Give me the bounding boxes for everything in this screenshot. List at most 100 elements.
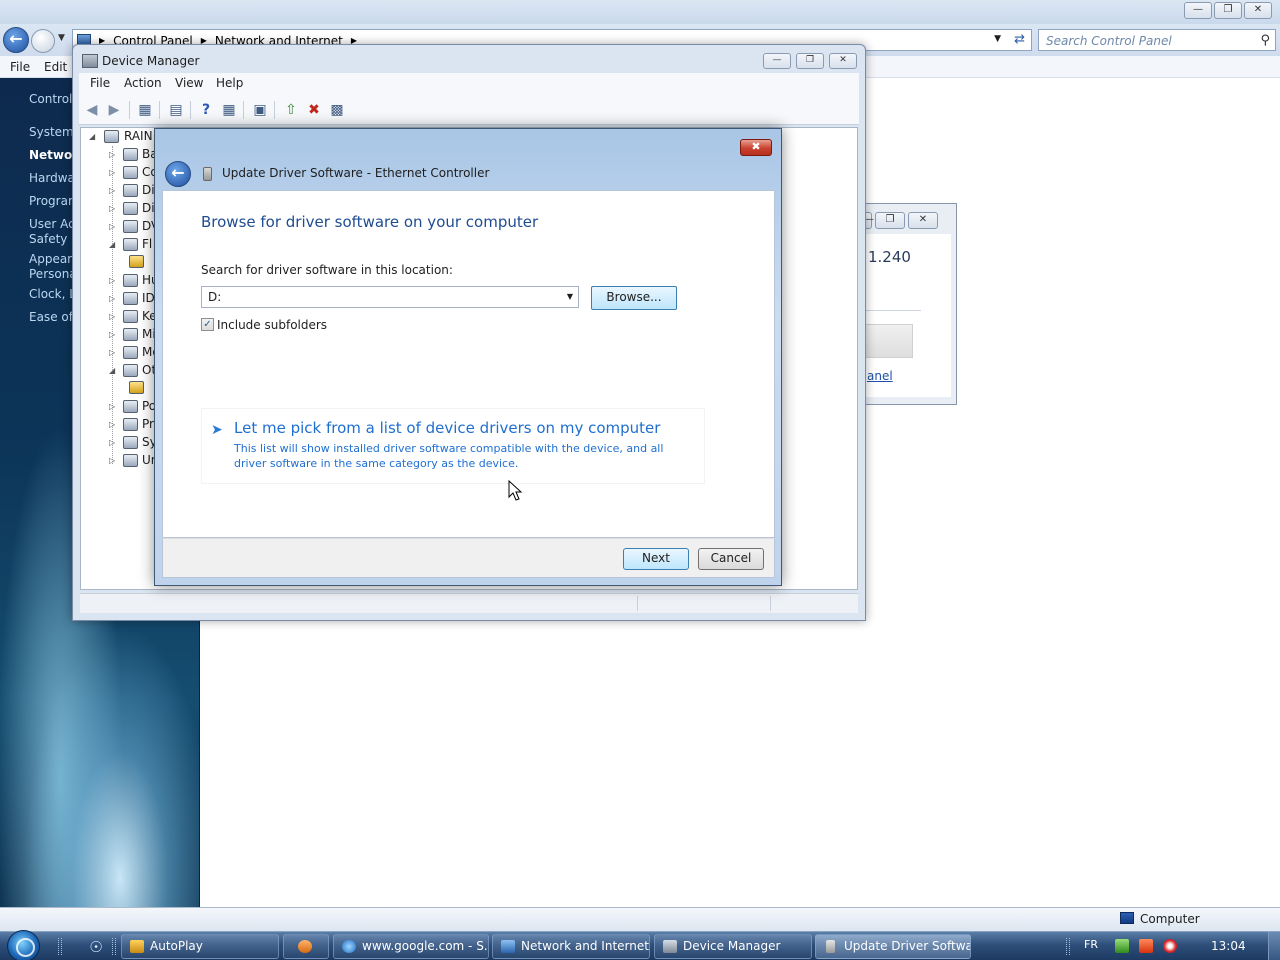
address-dropdown-icon[interactable]: ▼ (994, 34, 1001, 44)
expand-arrow-icon[interactable]: ▷ (109, 168, 119, 177)
pick-from-list-title[interactable]: Let me pick from a list of device driver… (234, 419, 660, 437)
close-button[interactable]: ✕ (1244, 2, 1272, 19)
location-value[interactable]: D: (208, 290, 221, 304)
sidebar-link-system[interactable]: System (29, 125, 74, 139)
sidebar-link-control-panel-home[interactable]: Control (29, 92, 72, 106)
collapse-arrow-icon[interactable]: ◢ (109, 240, 119, 249)
search-icon[interactable]: ⚲ (1260, 33, 1270, 48)
expand-arrow-icon[interactable]: ▷ (109, 186, 119, 195)
sidebar-link-personalization[interactable]: Persona (29, 267, 77, 281)
expand-arrow-icon[interactable]: ▷ (109, 294, 119, 303)
system-close-button[interactable]: ✕ (908, 212, 938, 229)
tree-item[interactable]: ▷ Sy (109, 435, 157, 449)
dm-menu-view[interactable]: View (175, 76, 203, 90)
system-restore-button[interactable]: ❐ (875, 212, 905, 229)
expand-arrow-icon[interactable]: ▷ (109, 330, 119, 339)
include-subfolders-label[interactable]: Include subfolders (217, 318, 327, 332)
dm-menu-help[interactable]: Help (216, 76, 243, 90)
expand-arrow-icon[interactable]: ▷ (109, 204, 119, 213)
taskbar-button-media[interactable] (283, 934, 329, 959)
dm-close-button[interactable]: ✕ (829, 53, 857, 69)
clock[interactable]: 13:04 (1211, 939, 1246, 953)
expand-arrow-icon[interactable]: ▷ (109, 312, 119, 321)
expand-arrow-icon[interactable]: ▷ (109, 420, 119, 429)
taskbar-button-device-manager[interactable]: Device Manager (654, 934, 812, 959)
location-combobox[interactable]: D: ▼ (201, 286, 579, 308)
disable-device-icon[interactable]: ▩ (328, 101, 346, 119)
tree-item[interactable]: ◢ Ot (109, 363, 156, 377)
properties-icon[interactable]: ▤ (167, 101, 185, 119)
dialog-close-button[interactable]: ✖ (740, 139, 772, 156)
tree-item[interactable]: ▷ Pr (109, 417, 154, 431)
show-desktop-button[interactable] (1268, 932, 1280, 960)
action-center-icon[interactable] (1139, 939, 1153, 953)
uninstall-icon[interactable]: ✖ (305, 101, 323, 119)
tree-child-item[interactable] (129, 255, 144, 268)
update-driver-icon[interactable]: ⇧ (282, 101, 300, 119)
dm-restore-button[interactable]: ❐ (796, 53, 824, 69)
forward-button[interactable] (31, 29, 55, 53)
expand-arrow-icon[interactable]: ▷ (109, 456, 119, 465)
expand-arrow-icon[interactable]: ▷ (109, 222, 119, 231)
tree-item[interactable]: ▷ ID (109, 291, 155, 305)
tree-root[interactable]: ◢ RAIN (89, 129, 153, 143)
system-button-fragment[interactable] (865, 324, 913, 358)
tree-item[interactable]: ▷ Co (109, 165, 158, 179)
taskbar-grip[interactable] (1066, 938, 1070, 955)
taskbar-button-update-driver[interactable]: Update Driver Softwa... (815, 934, 971, 959)
restore-button[interactable]: ❐ (1214, 2, 1242, 19)
dm-menu-file[interactable]: File (90, 76, 110, 90)
menu-edit[interactable]: Edit (44, 60, 67, 74)
sidebar-link-safety[interactable]: Safety (29, 232, 67, 246)
back-arrow-icon[interactable]: ◀ (83, 101, 101, 119)
sidebar-link-ease-of-access[interactable]: Ease of (29, 310, 73, 324)
network-tray-icon[interactable] (1115, 939, 1129, 953)
show-hide-tree-icon[interactable]: ▦ (136, 101, 154, 119)
view-icon[interactable]: ▦ (220, 101, 238, 119)
taskbar-grip[interactable] (58, 938, 62, 955)
tree-item[interactable]: ▷ Mi (109, 327, 156, 341)
taskbar-button-network[interactable]: Network and Internet (492, 934, 650, 959)
tree-item[interactable]: ◢ Fl (109, 237, 152, 251)
scan-hardware-icon[interactable]: ▣ (251, 101, 269, 119)
minimize-button[interactable]: — (1184, 2, 1212, 19)
expand-arrow-icon[interactable]: ▷ (109, 438, 119, 447)
history-dropdown-icon[interactable]: ▼ (58, 33, 65, 43)
tree-item[interactable]: ▷ Di (109, 201, 155, 215)
internet-explorer-icon[interactable]: ☉ (87, 938, 105, 956)
expand-arrow-icon[interactable]: ▷ (109, 276, 119, 285)
taskbar-grip[interactable] (112, 938, 116, 955)
tree-child-item[interactable] (129, 381, 144, 394)
system-link-fragment[interactable]: anel (867, 369, 893, 383)
sidebar-link-user-accounts[interactable]: User Ac (29, 217, 75, 231)
search-input[interactable]: Search Control Panel ⚲ (1038, 29, 1276, 51)
taskbar-button-browser[interactable]: www.google.com - S... (333, 934, 489, 959)
help-icon[interactable]: ? (197, 101, 215, 119)
collapse-arrow-icon[interactable]: ◢ (109, 366, 119, 375)
volume-icon[interactable] (1163, 939, 1177, 953)
start-button[interactable] (7, 930, 40, 960)
tree-item[interactable]: ▷ Mo (109, 345, 160, 359)
back-button[interactable]: ← (3, 27, 29, 53)
tree-item[interactable]: ▷ Po (109, 399, 156, 413)
taskbar-button-autoplay[interactable]: AutoPlay (121, 934, 279, 959)
refresh-icon[interactable]: ⇄ (1014, 32, 1025, 47)
sidebar-link-hardware[interactable]: Hardwa (29, 171, 75, 185)
browse-button[interactable]: Browse... (591, 286, 677, 310)
tree-item[interactable]: ▷ Ke (109, 309, 157, 323)
pick-from-list-link[interactable]: ➤ Let me pick from a list of device driv… (201, 408, 705, 484)
collapse-arrow-icon[interactable]: ◢ (89, 132, 99, 141)
tree-item[interactable]: ▷ Di (109, 183, 155, 197)
expand-arrow-icon[interactable]: ▷ (109, 348, 119, 357)
cancel-button[interactable]: Cancel (698, 548, 764, 570)
dm-menu-action[interactable]: Action (124, 76, 162, 90)
menu-file[interactable]: File (10, 60, 30, 74)
tree-item[interactable]: ▷ Ba (109, 147, 158, 161)
tree-item[interactable]: ▷ DV (109, 219, 159, 233)
dm-minimize-button[interactable]: — (763, 53, 791, 69)
tree-item[interactable]: ▷ Un (109, 453, 158, 467)
tree-item[interactable]: ▷ Hu (109, 273, 159, 287)
sidebar-link-clock[interactable]: Clock, L (29, 287, 76, 301)
chevron-down-icon[interactable]: ▼ (567, 292, 573, 301)
next-button[interactable]: Next (623, 548, 689, 570)
